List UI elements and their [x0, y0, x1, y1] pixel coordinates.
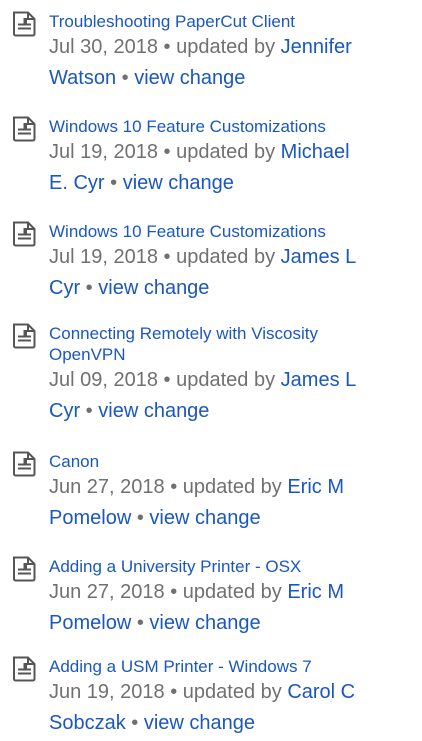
page-title-line: OpenVPN — [49, 345, 126, 364]
separator: • — [110, 172, 118, 194]
separator: • — [131, 712, 139, 734]
separator: • — [85, 400, 93, 422]
author-link-cont[interactable]: Sobczak — [49, 712, 126, 734]
separator: • — [136, 612, 144, 634]
author-link-cont[interactable]: Cyr — [49, 400, 80, 422]
activity-meta: Jun 27, 2018 • updated by Eric M Pomelow … — [49, 577, 417, 639]
document-icon — [11, 556, 37, 582]
view-change-link[interactable]: view change — [123, 172, 234, 194]
activity-date: Jul 19, 2018 — [49, 246, 158, 268]
view-change-link[interactable]: view change — [149, 612, 260, 634]
activity-meta: Jul 09, 2018 • updated by James L Cyr • v… — [49, 365, 417, 427]
activity-date: Jun 27, 2018 — [49, 476, 165, 498]
author-link[interactable]: James L — [281, 369, 357, 391]
author-link[interactable]: Jennifer — [281, 36, 352, 58]
page-title-link[interactable]: Windows 10 Feature Customizations — [49, 116, 417, 137]
view-change-link[interactable]: view change — [98, 277, 209, 299]
separator: • — [85, 277, 93, 299]
recent-activity-feed: Troubleshooting PaperCut Client Jul 30, … — [0, 0, 422, 741]
page-title-link[interactable]: Connecting Remotely with Viscosity OpenVP… — [49, 323, 417, 365]
updated-by-text: updated by — [170, 369, 281, 391]
activity-date: Jul 19, 2018 — [49, 141, 158, 163]
updated-by-text: updated by — [170, 246, 281, 268]
updated-by-text: updated by — [177, 476, 288, 498]
activity-date: Jun 19, 2018 — [49, 681, 165, 703]
updated-by-text: updated by — [177, 681, 288, 703]
page-title-link[interactable]: Canon — [49, 451, 417, 472]
activity-date: Jul 30, 2018 — [49, 36, 158, 58]
page-title-line: Connecting Remotely with Viscosity — [49, 324, 318, 343]
updated-by-text: updated by — [170, 36, 281, 58]
separator: • — [136, 507, 144, 529]
view-change-link[interactable]: view change — [149, 507, 260, 529]
updated-by-text: updated by — [170, 141, 281, 163]
page-title-link[interactable]: Adding a University Printer - OSX — [49, 556, 417, 577]
view-change-link[interactable]: view change — [98, 400, 209, 422]
activity-meta: Jun 19, 2018 • updated by Carol C Sobczak… — [49, 677, 417, 739]
author-link[interactable]: Eric M — [287, 581, 344, 603]
author-link-cont[interactable]: Watson — [49, 67, 116, 89]
activity-date: Jun 27, 2018 — [49, 581, 165, 603]
author-link[interactable]: Eric M — [287, 476, 344, 498]
updated-by-text: updated by — [177, 581, 288, 603]
document-icon — [11, 451, 37, 477]
separator: • — [163, 369, 171, 391]
document-icon — [11, 323, 37, 349]
activity-meta: Jul 19, 2018 • updated by Michael E. Cyr … — [49, 137, 417, 199]
view-change-link[interactable]: view change — [134, 67, 245, 89]
document-icon — [11, 221, 37, 247]
document-icon — [11, 656, 37, 682]
document-icon — [11, 11, 37, 37]
separator: • — [163, 141, 171, 163]
activity-date: Jul 09, 2018 — [49, 369, 158, 391]
view-change-link[interactable]: view change — [144, 712, 255, 734]
activity-meta: Jul 19, 2018 • updated by James L Cyr • v… — [49, 242, 417, 304]
separator: • — [121, 67, 129, 89]
separator: • — [163, 36, 171, 58]
page-title-link[interactable]: Troubleshooting PaperCut Client — [49, 11, 417, 32]
activity-meta: Jul 30, 2018 • updated by Jennifer Watson… — [49, 32, 417, 94]
author-link[interactable]: Carol C — [287, 681, 355, 703]
separator: • — [163, 246, 171, 268]
author-link-cont[interactable]: Pomelow — [49, 612, 131, 634]
page-title-link[interactable]: Adding a USM Printer - Windows 7 — [49, 656, 417, 677]
author-link[interactable]: James L — [281, 246, 357, 268]
document-icon — [11, 116, 37, 142]
author-link-cont[interactable]: E. Cyr — [49, 172, 105, 194]
activity-meta: Jun 27, 2018 • updated by Eric M Pomelow … — [49, 472, 417, 534]
author-link[interactable]: Michael — [281, 141, 350, 163]
page-title-link[interactable]: Windows 10 Feature Customizations — [49, 221, 417, 242]
author-link-cont[interactable]: Pomelow — [49, 507, 131, 529]
author-link-cont[interactable]: Cyr — [49, 277, 80, 299]
